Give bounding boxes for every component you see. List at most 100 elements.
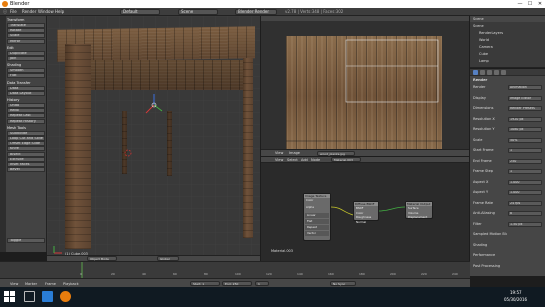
timeline-menu-view[interactable]: View	[10, 282, 18, 286]
close-button[interactable]: ✕	[535, 0, 545, 8]
info-header: ⓘ File Render Window Help Default Scene …	[0, 8, 545, 16]
image-menu-view[interactable]: View	[275, 151, 283, 155]
blender-logo-icon	[2, 1, 8, 7]
property-label: Filter	[473, 221, 482, 226]
node-socket-label: Color	[306, 198, 314, 202]
scene-tab-icon[interactable]	[480, 70, 485, 75]
property-field[interactable]: Animation	[508, 85, 542, 90]
property-field[interactable]: 1.000	[508, 190, 542, 195]
node-image-texture[interactable]: Image Texture Color Alpha Linear Flat Repeat…	[303, 193, 331, 241]
timeline-tick-label: 220	[421, 272, 427, 276]
property-field[interactable]: Image Editor	[508, 95, 542, 101]
node-diffuse-bsdf[interactable]: Diffuse BSDF BSDF Color Roughness Normal	[353, 201, 379, 224]
minimize-button[interactable]: —	[515, 0, 525, 8]
property-label: Sampled Motion Blur	[473, 232, 507, 236]
property-field[interactable]: 24 fps	[508, 200, 542, 206]
property-field[interactable]: 1.000	[508, 179, 542, 185]
outliner-item[interactable]: Cube	[479, 52, 488, 56]
blender-taskbar-icon[interactable]	[60, 291, 71, 302]
menu-file[interactable]: File	[10, 9, 17, 14]
properties-panel: Render Render Animation Display Image Edito…	[470, 69, 545, 276]
property-field[interactable]: 1	[508, 169, 542, 174]
property-label: Display	[473, 95, 486, 100]
node-socket-label[interactable]: Flat	[305, 219, 329, 224]
tool-button[interactable]: Repeat History	[7, 118, 45, 124]
property-field[interactable]: 1920 px	[508, 116, 542, 122]
timeline-tick-label: 40	[142, 272, 146, 276]
image-editor-top	[261, 16, 469, 21]
outliner-item[interactable]: Scene	[473, 24, 484, 28]
render-engine-select[interactable]: Blender Render	[235, 9, 277, 15]
node-material-output[interactable]: Material Output Surface Volume Displacemen…	[405, 201, 433, 219]
timeline-menu-frame[interactable]: Frame	[45, 282, 56, 286]
tool-button[interactable]: Mirror	[7, 38, 45, 44]
property-field[interactable]: 250	[508, 158, 542, 164]
sync-mode-select[interactable]: No Sync	[330, 281, 356, 286]
menu-window[interactable]: Window	[38, 9, 54, 14]
current-frame-field[interactable]: 1	[255, 281, 269, 286]
tool-button[interactable]: Data Layout	[7, 90, 45, 96]
property-field[interactable]: Render Presets	[508, 106, 542, 111]
material-tab-icon[interactable]	[501, 70, 506, 75]
image-menu-image[interactable]: Image	[289, 151, 300, 155]
render-tab-icon[interactable]	[473, 70, 478, 75]
node-socket-label[interactable]: Vector	[305, 231, 329, 236]
property-label: Performance	[473, 253, 496, 257]
property-label: Aspect Y	[473, 190, 489, 194]
object-tab-icon[interactable]	[494, 70, 499, 75]
window-title: Blender	[10, 1, 30, 7]
timeline-menu-playback[interactable]: Playback	[63, 282, 79, 286]
task-view-icon[interactable]	[24, 291, 35, 302]
property-label: Start Frame	[473, 148, 494, 152]
timeline-tick-label: 100	[235, 272, 241, 276]
node-socket-label: Alpha	[306, 205, 314, 209]
outliner-item[interactable]: World	[479, 38, 489, 42]
timeline-menu-marker[interactable]: Marker	[25, 282, 37, 286]
tool-button[interactable]: Bevel	[7, 167, 45, 173]
menu-help[interactable]: Help	[55, 9, 64, 14]
tool-button[interactable]: Join	[7, 56, 45, 61]
editor-type-icon[interactable]: ⓘ	[3, 9, 7, 15]
timeline-tick-label: 0	[80, 272, 82, 276]
property-label: Shading	[473, 242, 488, 247]
scene-selector[interactable]: Scene	[178, 9, 218, 15]
timeline[interactable]: 0 20 40 60 80 100 120 140 160 180 200 220 240 View M…	[0, 261, 470, 288]
node-socket-label[interactable]: Linear	[305, 213, 329, 218]
outliner-item[interactable]: RenderLayers	[479, 31, 503, 35]
maximize-button[interactable]: ☐	[525, 0, 535, 8]
property-label: Post Processing	[473, 263, 501, 268]
property-label: Frame Step	[473, 169, 493, 173]
end-frame-field[interactable]: End: 250	[222, 281, 252, 286]
timeline-tick-label: 200	[390, 272, 396, 276]
transform-gizmo[interactable]	[142, 91, 166, 121]
property-field[interactable]: 1	[508, 148, 542, 153]
image-editor[interactable]: View Image wood_planks.jpg	[261, 16, 469, 156]
property-label: Aspect X	[473, 179, 489, 184]
3d-viewport[interactable]: (1) Cube.003 Object Mode Global	[47, 16, 260, 261]
edge-browser-icon[interactable]	[42, 291, 53, 302]
property-field[interactable]: 1080 px	[508, 127, 542, 132]
outliner-item[interactable]: Lamp	[479, 59, 489, 63]
clock-time: 19:57	[510, 290, 522, 295]
right-post	[243, 58, 253, 238]
outliner-item[interactable]: Camera	[479, 45, 493, 49]
windows-start-icon[interactable]	[4, 291, 15, 302]
start-frame-field[interactable]: Start: 1	[190, 281, 220, 286]
property-field[interactable]: 50%	[508, 137, 542, 143]
image-selector[interactable]: wood_planks.jpg	[317, 151, 355, 156]
node-editor[interactable]: View Select Add Node Material.003 Image …	[261, 157, 469, 261]
layout-selector[interactable]: Default	[120, 9, 160, 15]
property-field[interactable]: 1.50 px	[508, 221, 542, 227]
world-tab-icon[interactable]	[487, 70, 492, 75]
tool-shelf-tabs[interactable]	[0, 16, 6, 252]
last-operator-panel[interactable]: Toggle	[7, 238, 45, 243]
tool-button[interactable]: Flat	[7, 73, 45, 79]
properties-tabs[interactable]	[470, 69, 545, 76]
timeline-tick-label: 120	[266, 272, 272, 276]
menu-render[interactable]: Render	[22, 9, 36, 14]
node-socket-label[interactable]: Repeat	[305, 225, 329, 230]
node-socket-label: Displacement	[408, 215, 428, 219]
properties-section-title: Render	[473, 78, 488, 82]
timeline-tick-label: 160	[328, 272, 334, 276]
property-field[interactable]: 8	[508, 211, 542, 216]
